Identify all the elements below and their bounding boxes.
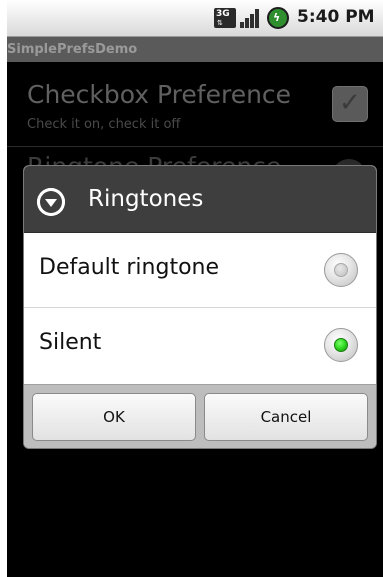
app-title-bar: SimplePrefsDemo: [7, 37, 383, 62]
clock: 5:40 PM: [297, 7, 375, 27]
dialog-button-bar: OK Cancel: [24, 384, 376, 448]
ringtone-option-silent[interactable]: Silent: [24, 308, 376, 383]
radio-button[interactable]: [324, 253, 358, 287]
divider: [7, 146, 383, 147]
ok-button[interactable]: OK: [32, 393, 196, 441]
checkbox-preference-summary: Check it on, check it off: [27, 117, 181, 132]
ringtone-option-default[interactable]: Default ringtone: [24, 233, 376, 308]
option-label: Default ringtone: [39, 255, 220, 280]
status-bar: 3G ⇅ ϟ 5:40 PM: [7, 0, 383, 37]
radio-button-selected[interactable]: [324, 328, 358, 362]
signal-bars-icon: [240, 8, 262, 28]
option-label: Silent: [39, 330, 102, 355]
checkmark-icon: ✓: [339, 88, 361, 118]
ringtone-dialog: Ringtones Default ringtone Silent OK Can…: [24, 166, 376, 448]
checkbox[interactable]: ✓: [332, 86, 368, 122]
network-type-label: 3G: [216, 9, 230, 19]
dropdown-arrow-icon: [37, 188, 65, 216]
dialog-title: Ringtones: [88, 186, 204, 212]
battery-charging-icon: ϟ: [267, 7, 289, 29]
3g-data-icon: 3G ⇅: [214, 8, 236, 28]
cancel-button[interactable]: Cancel: [204, 393, 368, 441]
checkbox-preference-title: Checkbox Preference: [27, 80, 292, 109]
app-title: SimplePrefsDemo: [7, 42, 138, 57]
phone-screen: 3G ⇅ ϟ 5:40 PM SimplePrefsDemo Checkbox …: [7, 0, 383, 577]
dialog-header: Ringtones: [24, 166, 376, 233]
